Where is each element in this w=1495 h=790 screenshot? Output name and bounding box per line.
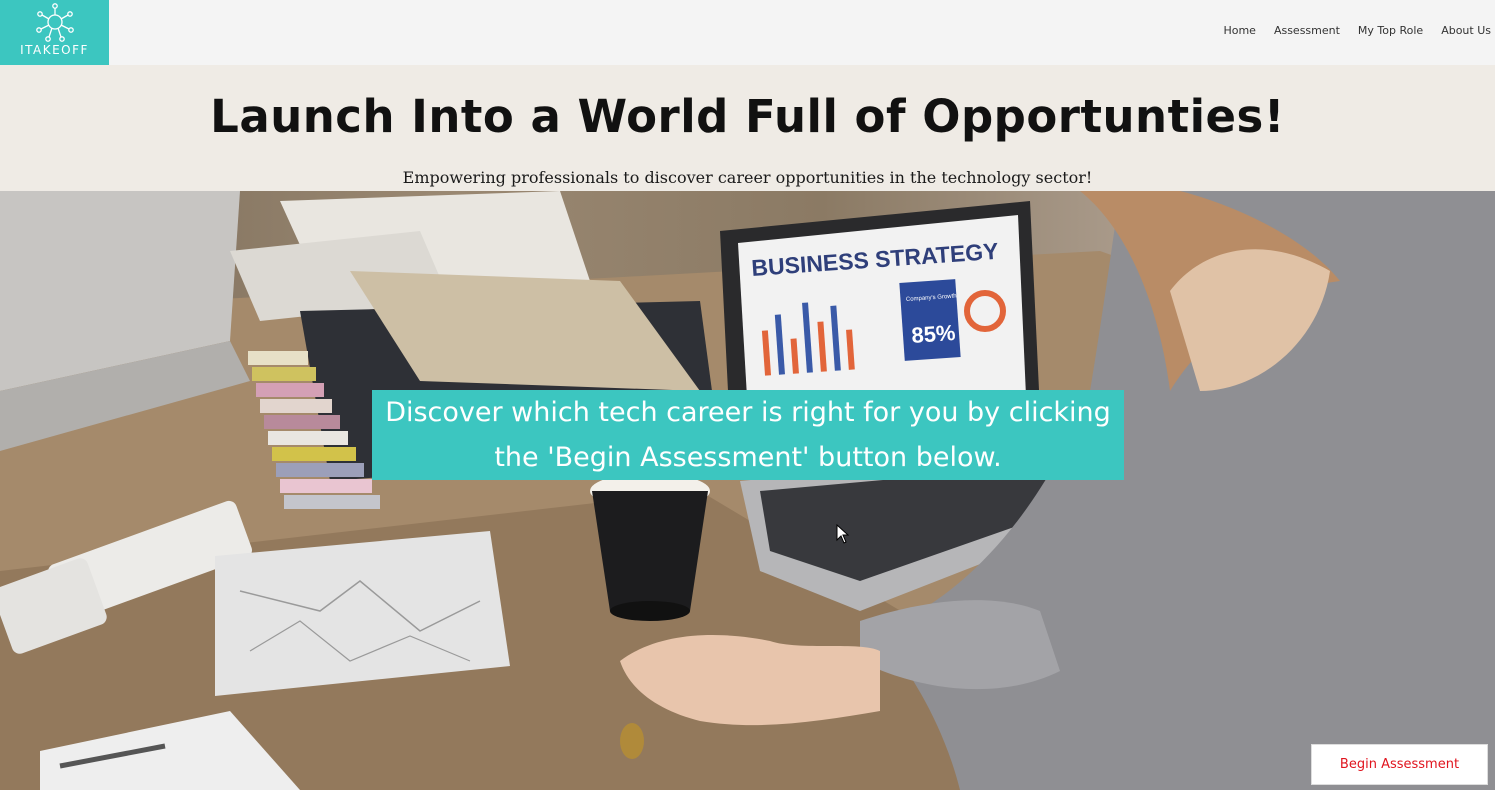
nav-link-home[interactable]: Home [1223,24,1255,37]
office-desk-illustration: BUSINESS STRATEGY Company's Growth 85% [0,191,1495,790]
hero-title: Launch Into a World Full of Opportunties… [210,90,1285,143]
main-nav: Home Assessment My Top Role About Us [1223,24,1491,37]
hero-photo: BUSINESS STRATEGY Company's Growth 85% [0,191,1495,790]
brand-name: ITAKEOFF [20,43,89,57]
network-logo-icon [36,3,74,42]
begin-assessment-button[interactable]: Begin Assessment [1311,744,1488,785]
top-navigation-bar: ITAKEOFF Home Assessment My Top Role Abo… [0,0,1495,65]
laptop-screen-percent: 85% [911,320,957,348]
mouse-cursor-icon [836,524,850,544]
brand-logo[interactable]: ITAKEOFF [0,0,109,65]
hero-header: Launch Into a World Full of Opportunties… [0,65,1495,191]
nav-link-my-top-role[interactable]: My Top Role [1358,24,1423,37]
hero-subtitle: Empowering professionals to discover car… [402,168,1093,187]
nav-link-about-us[interactable]: About Us [1441,24,1491,37]
nav-link-assessment[interactable]: Assessment [1274,24,1340,37]
assessment-callout: Discover which tech career is right for … [372,390,1124,480]
